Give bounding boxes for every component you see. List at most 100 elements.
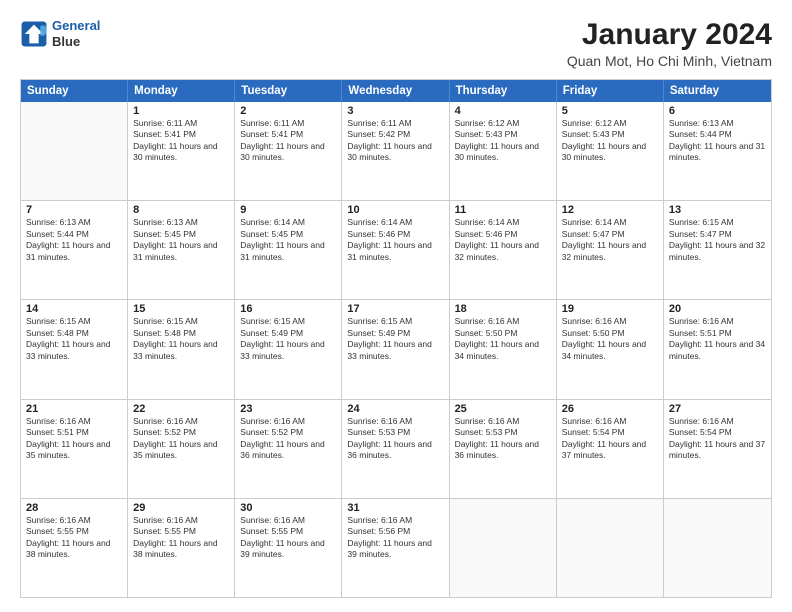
cal-cell: 14Sunrise: 6:15 AM Sunset: 5:48 PM Dayli…	[21, 300, 128, 398]
logo: General Blue	[20, 18, 100, 49]
main-title: January 2024	[567, 18, 772, 51]
cal-cell: 16Sunrise: 6:15 AM Sunset: 5:49 PM Dayli…	[235, 300, 342, 398]
day-number: 27	[669, 403, 766, 415]
day-info: Sunrise: 6:14 AM Sunset: 5:46 PM Dayligh…	[455, 217, 551, 263]
cal-cell	[21, 102, 128, 200]
day-info: Sunrise: 6:12 AM Sunset: 5:43 PM Dayligh…	[455, 118, 551, 164]
day-info: Sunrise: 6:15 AM Sunset: 5:48 PM Dayligh…	[133, 316, 229, 362]
page: General Blue January 2024 Quan Mot, Ho C…	[0, 0, 792, 612]
cal-cell: 17Sunrise: 6:15 AM Sunset: 5:49 PM Dayli…	[342, 300, 449, 398]
cal-cell: 9Sunrise: 6:14 AM Sunset: 5:45 PM Daylig…	[235, 201, 342, 299]
day-info: Sunrise: 6:16 AM Sunset: 5:50 PM Dayligh…	[562, 316, 658, 362]
day-info: Sunrise: 6:16 AM Sunset: 5:54 PM Dayligh…	[562, 416, 658, 462]
day-info: Sunrise: 6:11 AM Sunset: 5:41 PM Dayligh…	[133, 118, 229, 164]
calendar-body: 1Sunrise: 6:11 AM Sunset: 5:41 PM Daylig…	[21, 102, 771, 597]
day-info: Sunrise: 6:14 AM Sunset: 5:45 PM Dayligh…	[240, 217, 336, 263]
day-info: Sunrise: 6:13 AM Sunset: 5:45 PM Dayligh…	[133, 217, 229, 263]
cal-header-day-wednesday: Wednesday	[342, 80, 449, 102]
day-number: 24	[347, 403, 443, 415]
cal-header-day-saturday: Saturday	[664, 80, 771, 102]
day-info: Sunrise: 6:14 AM Sunset: 5:47 PM Dayligh…	[562, 217, 658, 263]
day-number: 30	[240, 502, 336, 514]
cal-cell: 13Sunrise: 6:15 AM Sunset: 5:47 PM Dayli…	[664, 201, 771, 299]
day-number: 1	[133, 105, 229, 117]
day-number: 8	[133, 204, 229, 216]
cal-cell: 10Sunrise: 6:14 AM Sunset: 5:46 PM Dayli…	[342, 201, 449, 299]
day-info: Sunrise: 6:15 AM Sunset: 5:47 PM Dayligh…	[669, 217, 766, 263]
cal-cell: 1Sunrise: 6:11 AM Sunset: 5:41 PM Daylig…	[128, 102, 235, 200]
cal-cell: 8Sunrise: 6:13 AM Sunset: 5:45 PM Daylig…	[128, 201, 235, 299]
day-number: 20	[669, 303, 766, 315]
cal-cell: 30Sunrise: 6:16 AM Sunset: 5:55 PM Dayli…	[235, 499, 342, 597]
day-number: 13	[669, 204, 766, 216]
day-number: 3	[347, 105, 443, 117]
title-block: January 2024 Quan Mot, Ho Chi Minh, Viet…	[567, 18, 772, 69]
day-number: 23	[240, 403, 336, 415]
cal-week-1: 7Sunrise: 6:13 AM Sunset: 5:44 PM Daylig…	[21, 200, 771, 299]
calendar: SundayMondayTuesdayWednesdayThursdayFrid…	[20, 79, 772, 598]
day-number: 17	[347, 303, 443, 315]
calendar-header-row: SundayMondayTuesdayWednesdayThursdayFrid…	[21, 80, 771, 102]
cal-cell: 31Sunrise: 6:16 AM Sunset: 5:56 PM Dayli…	[342, 499, 449, 597]
day-number: 6	[669, 105, 766, 117]
day-number: 4	[455, 105, 551, 117]
day-number: 25	[455, 403, 551, 415]
cal-header-day-monday: Monday	[128, 80, 235, 102]
day-number: 12	[562, 204, 658, 216]
day-info: Sunrise: 6:15 AM Sunset: 5:49 PM Dayligh…	[240, 316, 336, 362]
logo-text: General Blue	[52, 18, 100, 49]
day-info: Sunrise: 6:15 AM Sunset: 5:48 PM Dayligh…	[26, 316, 122, 362]
day-number: 26	[562, 403, 658, 415]
cal-cell: 26Sunrise: 6:16 AM Sunset: 5:54 PM Dayli…	[557, 400, 664, 498]
day-info: Sunrise: 6:16 AM Sunset: 5:51 PM Dayligh…	[669, 316, 766, 362]
day-number: 11	[455, 204, 551, 216]
day-number: 7	[26, 204, 122, 216]
cal-header-day-friday: Friday	[557, 80, 664, 102]
day-number: 5	[562, 105, 658, 117]
cal-cell: 21Sunrise: 6:16 AM Sunset: 5:51 PM Dayli…	[21, 400, 128, 498]
cal-cell: 5Sunrise: 6:12 AM Sunset: 5:43 PM Daylig…	[557, 102, 664, 200]
day-info: Sunrise: 6:16 AM Sunset: 5:54 PM Dayligh…	[669, 416, 766, 462]
day-info: Sunrise: 6:16 AM Sunset: 5:52 PM Dayligh…	[240, 416, 336, 462]
day-info: Sunrise: 6:11 AM Sunset: 5:41 PM Dayligh…	[240, 118, 336, 164]
subtitle: Quan Mot, Ho Chi Minh, Vietnam	[567, 53, 772, 69]
cal-cell: 18Sunrise: 6:16 AM Sunset: 5:50 PM Dayli…	[450, 300, 557, 398]
day-number: 2	[240, 105, 336, 117]
day-info: Sunrise: 6:12 AM Sunset: 5:43 PM Dayligh…	[562, 118, 658, 164]
day-number: 15	[133, 303, 229, 315]
cal-week-3: 21Sunrise: 6:16 AM Sunset: 5:51 PM Dayli…	[21, 399, 771, 498]
day-number: 22	[133, 403, 229, 415]
day-info: Sunrise: 6:11 AM Sunset: 5:42 PM Dayligh…	[347, 118, 443, 164]
day-info: Sunrise: 6:16 AM Sunset: 5:50 PM Dayligh…	[455, 316, 551, 362]
cal-week-0: 1Sunrise: 6:11 AM Sunset: 5:41 PM Daylig…	[21, 102, 771, 200]
day-info: Sunrise: 6:16 AM Sunset: 5:55 PM Dayligh…	[240, 515, 336, 561]
cal-header-day-tuesday: Tuesday	[235, 80, 342, 102]
cal-cell: 6Sunrise: 6:13 AM Sunset: 5:44 PM Daylig…	[664, 102, 771, 200]
day-number: 28	[26, 502, 122, 514]
cal-cell: 24Sunrise: 6:16 AM Sunset: 5:53 PM Dayli…	[342, 400, 449, 498]
day-number: 19	[562, 303, 658, 315]
day-info: Sunrise: 6:16 AM Sunset: 5:53 PM Dayligh…	[455, 416, 551, 462]
day-info: Sunrise: 6:13 AM Sunset: 5:44 PM Dayligh…	[669, 118, 766, 164]
cal-cell: 22Sunrise: 6:16 AM Sunset: 5:52 PM Dayli…	[128, 400, 235, 498]
day-info: Sunrise: 6:16 AM Sunset: 5:56 PM Dayligh…	[347, 515, 443, 561]
cal-cell: 27Sunrise: 6:16 AM Sunset: 5:54 PM Dayli…	[664, 400, 771, 498]
cal-week-2: 14Sunrise: 6:15 AM Sunset: 5:48 PM Dayli…	[21, 299, 771, 398]
day-info: Sunrise: 6:16 AM Sunset: 5:53 PM Dayligh…	[347, 416, 443, 462]
cal-week-4: 28Sunrise: 6:16 AM Sunset: 5:55 PM Dayli…	[21, 498, 771, 597]
cal-cell: 20Sunrise: 6:16 AM Sunset: 5:51 PM Dayli…	[664, 300, 771, 398]
day-info: Sunrise: 6:16 AM Sunset: 5:51 PM Dayligh…	[26, 416, 122, 462]
cal-cell: 25Sunrise: 6:16 AM Sunset: 5:53 PM Dayli…	[450, 400, 557, 498]
cal-cell: 19Sunrise: 6:16 AM Sunset: 5:50 PM Dayli…	[557, 300, 664, 398]
day-number: 18	[455, 303, 551, 315]
cal-cell: 11Sunrise: 6:14 AM Sunset: 5:46 PM Dayli…	[450, 201, 557, 299]
day-number: 10	[347, 204, 443, 216]
cal-cell: 15Sunrise: 6:15 AM Sunset: 5:48 PM Dayli…	[128, 300, 235, 398]
cal-cell	[664, 499, 771, 597]
day-info: Sunrise: 6:16 AM Sunset: 5:55 PM Dayligh…	[133, 515, 229, 561]
day-number: 9	[240, 204, 336, 216]
logo-icon	[20, 20, 48, 48]
day-info: Sunrise: 6:16 AM Sunset: 5:55 PM Dayligh…	[26, 515, 122, 561]
day-number: 29	[133, 502, 229, 514]
cal-cell: 4Sunrise: 6:12 AM Sunset: 5:43 PM Daylig…	[450, 102, 557, 200]
